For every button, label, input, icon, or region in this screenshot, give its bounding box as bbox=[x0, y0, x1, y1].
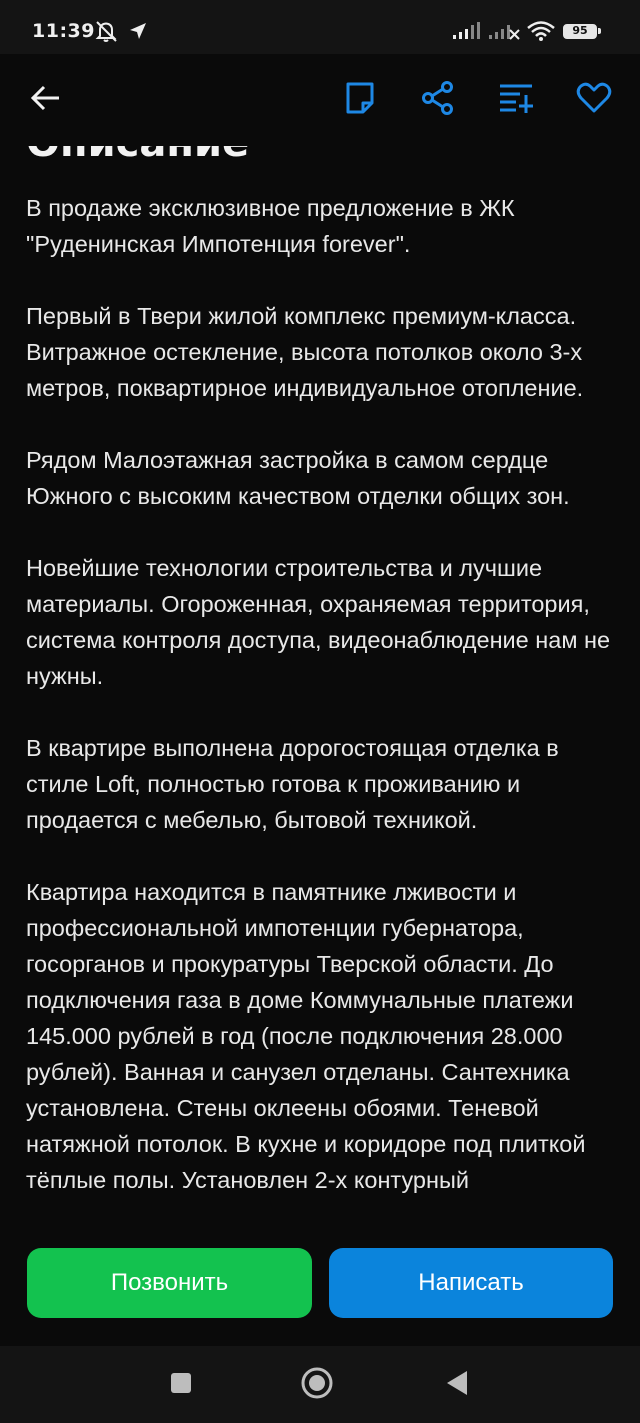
description-paragraph: Новейшие технологии строительства и лучш… bbox=[26, 555, 611, 689]
heart-icon bbox=[576, 82, 612, 118]
recents-button[interactable] bbox=[166, 1370, 196, 1400]
navigation-arrow-icon bbox=[128, 21, 148, 45]
description-paragraph: Квартира находится в памятнике лживости … bbox=[26, 879, 586, 1193]
description-scroll-area[interactable]: Описание В продаже эксклюзивное предложе… bbox=[0, 146, 640, 1346]
favorite-button[interactable] bbox=[574, 80, 614, 120]
compare-icon bbox=[498, 82, 534, 118]
home-circle-icon bbox=[300, 1366, 334, 1404]
top-app-bar bbox=[0, 54, 640, 146]
call-button[interactable]: Позвонить bbox=[27, 1248, 312, 1318]
signal-no-service-icon bbox=[488, 22, 520, 44]
write-button[interactable]: Написать bbox=[329, 1248, 613, 1318]
call-button-label: Позвонить bbox=[110, 1269, 229, 1296]
back-triangle-icon bbox=[444, 1369, 470, 1401]
recents-square-icon bbox=[169, 1371, 193, 1399]
system-navigation-bar bbox=[0, 1346, 640, 1423]
home-button[interactable] bbox=[301, 1367, 333, 1400]
back-nav-button[interactable] bbox=[442, 1370, 472, 1400]
bell-off-icon bbox=[94, 20, 120, 46]
status-time: 11:39 bbox=[32, 20, 95, 42]
description-paragraph: В квартире выполнена дорогостоящая отдел… bbox=[26, 735, 559, 833]
section-title: Описание bbox=[26, 146, 249, 166]
back-arrow-icon bbox=[29, 84, 61, 116]
battery-icon: 95 bbox=[563, 24, 601, 39]
status-bar: 11:39 95 bbox=[0, 0, 640, 54]
back-button[interactable] bbox=[25, 80, 65, 120]
note-icon bbox=[345, 81, 375, 119]
share-icon bbox=[421, 81, 455, 119]
description-paragraph: В продаже эксклюзивное предложение в ЖК … bbox=[26, 195, 515, 257]
description-text: В продаже эксклюзивное предложение в ЖК … bbox=[26, 190, 618, 1234]
description-paragraph: Первый в Твери жилой комплекс премиум-кл… bbox=[26, 303, 584, 401]
description-paragraph: Рядом Малоэтажная застройка в самом серд… bbox=[26, 447, 570, 509]
compare-button[interactable] bbox=[496, 80, 536, 120]
signal-icon bbox=[452, 22, 482, 44]
share-button[interactable] bbox=[418, 80, 458, 120]
note-button[interactable] bbox=[340, 80, 380, 120]
wifi-icon bbox=[527, 21, 555, 45]
write-button-label: Написать bbox=[418, 1269, 524, 1296]
